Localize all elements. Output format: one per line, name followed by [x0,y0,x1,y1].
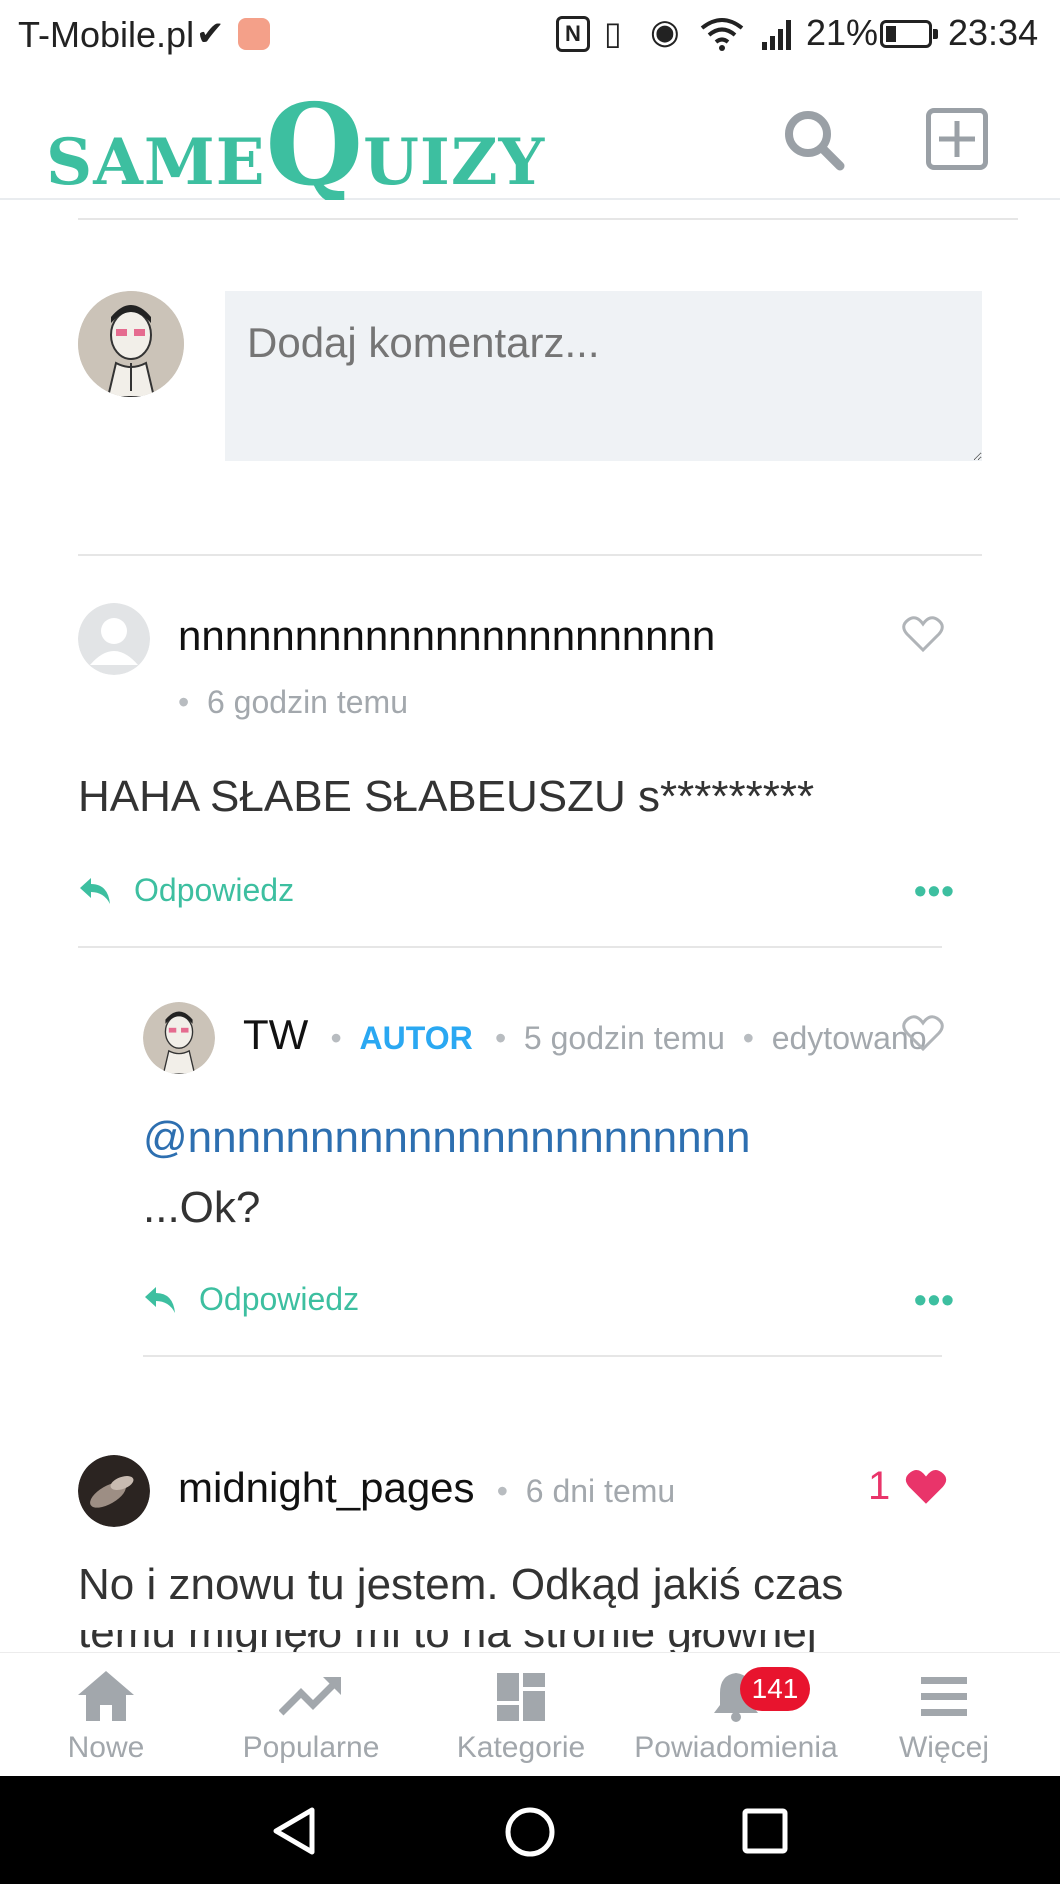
nav-item-powiadomienia[interactable]: 141 Powiadomienia [630,1653,842,1777]
clock: 23:34 [948,12,1039,53]
system-navigation-bar [0,1776,1060,1884]
notification-count-badge: 141 [740,1667,810,1711]
nfc-icon: N [556,16,590,52]
vibrate-icon: ▯ [604,15,622,51]
divider [78,554,982,556]
status-bar: T-Mobile.pl ✔ N ▯ ◉ 21% 23:34 [0,0,1060,72]
signal-icon [762,20,791,50]
comment-header: midnight_pages • 6 dni temu [178,1464,676,1511]
comment-timestamp: • 6 godzin temu [178,684,408,720]
battery-percent: 21% [806,12,879,53]
comment-text: ...Ok? [143,1183,261,1232]
like-count: 1 [868,1464,891,1508]
site-logo[interactable]: SAMEQUIZY [46,80,545,211]
add-quiz-button[interactable] [926,108,988,170]
carrier-label: T-Mobile.pl [18,14,195,55]
more-options-button[interactable]: ••• [914,870,955,912]
heart-filled-icon [906,1469,947,1504]
divider [78,218,1018,220]
comment-text: HAHA SŁABE SŁABEUSZU s********* [78,772,815,821]
nav-item-wiecej[interactable]: Więcej [838,1653,1050,1777]
wifi-icon [700,18,744,51]
comment-timestamp: 6 dni temu [525,1473,676,1509]
heart-icon[interactable] [902,615,944,653]
heart-icon[interactable] [902,1014,944,1052]
comment-username[interactable]: midnight_pages [178,1464,475,1511]
menu-icon [921,1677,967,1716]
author-badge: AUTOR [359,1020,473,1056]
bottom-navigation: Nowe Popularne Kategorie 141 Powiadomien… [0,1652,1060,1777]
user-avatar[interactable] [78,603,150,675]
more-options-button[interactable]: ••• [914,1279,955,1321]
mention-link[interactable]: @nnnnnnnnnnnnnnnnnnnnnnn [143,1113,751,1163]
reply-icon [145,1286,175,1313]
like-button[interactable]: 1 [868,1464,948,1509]
nav-item-kategorie[interactable]: Kategorie [415,1653,627,1777]
author-avatar[interactable] [143,1002,215,1074]
app-header: SAMEQUIZY [0,72,1060,211]
comment-text: No i znowu tu jestem. Odkąd jakiś czas [78,1560,844,1609]
home-icon [78,1671,134,1721]
user-avatar[interactable] [78,1455,150,1527]
back-icon[interactable] [270,1806,318,1856]
plus-icon [939,121,975,157]
comment-input[interactable] [225,291,982,461]
app-notification-icon [238,18,270,50]
reply-button[interactable]: Odpowiedz [143,1281,359,1318]
trending-icon [279,1677,341,1716]
divider [78,946,942,948]
nav-item-popularne[interactable]: Popularne [205,1653,417,1777]
reply-button[interactable]: Odpowiedz [78,872,294,909]
check-icon: ✔ [196,15,225,53]
current-user-avatar[interactable] [78,291,184,397]
eye-icon: ◉ [650,13,680,51]
recents-icon[interactable] [742,1808,788,1854]
comment-header: TW • AUTOR • 5 godzin temu • edytowano [243,1011,927,1058]
home-button-icon[interactable] [504,1806,556,1858]
divider [143,1355,942,1357]
comment-username[interactable]: TW [243,1011,308,1058]
search-icon[interactable] [782,108,846,172]
comment-username[interactable]: nnnnnnnnnnnnnnnnnnnnnnn [178,612,715,660]
comment-timestamp: 5 godzin temu [523,1020,725,1056]
nav-item-nowe[interactable]: Nowe [0,1653,212,1777]
grid-icon [497,1673,545,1721]
battery-icon [880,20,938,48]
comment-text-overflow: temu mignęło mi to na stronie głównej [78,1630,978,1652]
reply-icon [80,877,110,904]
